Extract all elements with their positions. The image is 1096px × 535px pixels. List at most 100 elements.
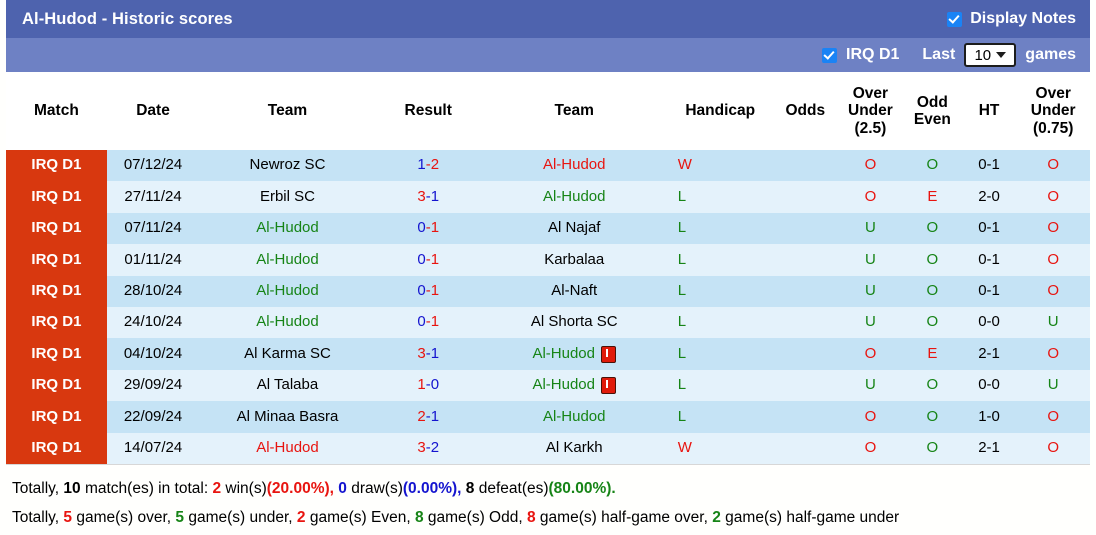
match-result[interactable]: 0-1 xyxy=(375,212,481,245)
table-row[interactable]: IRQ D1 14/07/24 Al-Hudod 3-2 Al Karkh W O O 2-1 O xyxy=(6,432,1090,464)
home-team[interactable]: Erbil SC xyxy=(199,181,376,213)
half-time-score: 1-0 xyxy=(961,401,1017,433)
team-name: Al-Hudod xyxy=(532,344,595,362)
column-header-team-away[interactable]: Team xyxy=(480,72,668,150)
away-team[interactable]: Al-Naft xyxy=(480,275,668,307)
home-team[interactable]: Al-Hudod xyxy=(199,432,376,464)
games-count-select[interactable]: 10 xyxy=(964,43,1017,67)
away-team[interactable]: Al-Hudod xyxy=(480,181,668,213)
table-row[interactable]: IRQ D1 24/10/24 Al-Hudod 0-1 Al Shorta SC L U O… xyxy=(6,306,1090,339)
home-team[interactable]: Al-Hudod xyxy=(199,212,376,245)
display-notes-checkbox[interactable] xyxy=(947,11,963,27)
team-name: Newroz SC xyxy=(249,156,326,174)
over-under-075-value: O xyxy=(1016,181,1090,213)
win-loss-indicator: L xyxy=(677,344,687,362)
over-under-075-value: O xyxy=(1016,338,1090,370)
match-date: 24/10/24 xyxy=(106,306,200,339)
table-row[interactable]: IRQ D1 01/11/24 Al-Hudod 0-1 Karbalaa L U O 0-1 O xyxy=(6,244,1090,276)
score-away: 1 xyxy=(430,219,440,237)
away-team[interactable]: Karbalaa xyxy=(480,244,668,276)
match-result[interactable]: 1-0 xyxy=(375,369,481,402)
home-team[interactable]: Al-Hudod xyxy=(199,306,376,339)
table-row[interactable]: IRQ D1 04/10/24 Al Karma SC 3-1 Al-Hudod L O E 2… xyxy=(6,338,1090,370)
odds-value xyxy=(772,432,838,464)
display-notes-group[interactable]: Display Notes xyxy=(947,10,1076,28)
column-header-handicap[interactable]: Handicap xyxy=(667,72,773,150)
odd-even-value: O xyxy=(902,432,962,464)
away-team[interactable]: Al-Hudod xyxy=(480,150,668,182)
away-team[interactable]: Al Najaf xyxy=(480,212,668,245)
away-team[interactable]: Al-Hudod xyxy=(480,369,668,402)
team-cell: Al-Hudod xyxy=(256,220,319,237)
column-header-odds[interactable]: Odds xyxy=(772,72,838,150)
team-name: Al Karma SC xyxy=(244,344,331,362)
table-row[interactable]: IRQ D1 27/11/24 Erbil SC 3-1 Al-Hudod L O E 2-0 O xyxy=(6,181,1090,213)
filter-bar: IRQ D1 Last 10 games xyxy=(6,38,1090,72)
away-team[interactable]: Al Shorta SC xyxy=(480,306,668,339)
column-header-result[interactable]: Result xyxy=(375,72,481,150)
column-header-odd-even[interactable]: Odd Even xyxy=(902,72,962,150)
odds-value xyxy=(772,306,838,339)
s1-wins: 2 xyxy=(212,479,222,497)
over-under-075-value: O xyxy=(1016,401,1090,433)
league-filter-checkbox[interactable] xyxy=(822,47,838,63)
table-row[interactable]: IRQ D1 07/11/24 Al-Hudod 0-1 Al Najaf L U O 0-1 O xyxy=(6,212,1090,245)
half-time-score: 0-1 xyxy=(961,212,1017,245)
table-row[interactable]: IRQ D1 22/09/24 Al Minaa Basra 2-1 Al-Hudod L… xyxy=(6,401,1090,433)
table-row[interactable]: IRQ D1 29/09/24 Al Talaba 1-0 Al-Hudod L U O 0-0… xyxy=(6,369,1090,402)
match-date: 07/12/24 xyxy=(106,150,200,182)
odds-value xyxy=(772,369,838,402)
match-result[interactable]: 0-1 xyxy=(375,306,481,339)
home-team[interactable]: Al-Hudod xyxy=(199,275,376,307)
over-under-075-value: O xyxy=(1016,212,1090,245)
over-under-25-value: U xyxy=(837,244,903,276)
team-cell: Al-Hudod xyxy=(543,188,606,206)
away-team[interactable]: Al-Hudod xyxy=(480,338,668,370)
red-card-icon xyxy=(600,376,616,394)
half-time-score: 0-1 xyxy=(961,275,1017,307)
score-home: 3 xyxy=(417,438,426,456)
display-notes-label: Display Notes xyxy=(970,10,1076,27)
home-team[interactable]: Al Minaa Basra xyxy=(199,401,376,433)
column-header-over-under-25[interactable]: Over Under (2.5) xyxy=(837,72,903,150)
table-row[interactable]: IRQ D1 28/10/24 Al-Hudod 0-1 Al-Naft L U O 0-1 O xyxy=(6,275,1090,307)
table-row[interactable]: IRQ D1 07/12/24 Newroz SC 1-2 Al-Hudod W O O 0-1… xyxy=(6,150,1090,182)
half-time-score: 2-0 xyxy=(961,181,1017,213)
away-team[interactable]: Al-Hudod xyxy=(480,401,668,433)
home-team[interactable]: Newroz SC xyxy=(199,150,376,182)
summary-line-2: Totally, 5 game(s) over, 5 game(s) under… xyxy=(12,503,1084,532)
score-away: 1 xyxy=(430,250,440,268)
match-result[interactable]: 0-1 xyxy=(375,275,481,307)
s2-even: 2 xyxy=(296,509,306,527)
odd-even-value: E xyxy=(902,338,962,370)
column-header-ht[interactable]: HT xyxy=(961,72,1017,150)
column-header-team-home[interactable]: Team xyxy=(199,72,376,150)
handicap-value: L xyxy=(667,369,773,402)
oddeven-line1: Odd xyxy=(916,93,948,111)
table-header-row: Match Date Team Result Team Handicap Odd… xyxy=(6,72,1090,150)
team-cell: Al-Hudod xyxy=(532,377,616,394)
league-badge: IRQ D1 xyxy=(6,401,107,433)
home-team[interactable]: Al Karma SC xyxy=(199,338,376,370)
s2-t6: game(s) half-game over, xyxy=(539,509,708,527)
match-result[interactable]: 3-1 xyxy=(375,181,481,213)
home-team[interactable]: Al-Hudod xyxy=(199,244,376,276)
match-result[interactable]: 0-1 xyxy=(375,244,481,276)
odds-value xyxy=(772,150,838,182)
match-result[interactable]: 1-2 xyxy=(375,150,481,182)
ou25-line3: (2.5) xyxy=(854,119,887,137)
column-header-match[interactable]: Match xyxy=(6,72,107,150)
win-loss-indicator: W xyxy=(677,438,692,456)
win-loss-indicator: L xyxy=(677,407,687,425)
away-team[interactable]: Al Karkh xyxy=(480,432,668,464)
score-home: 3 xyxy=(417,187,426,205)
match-result[interactable]: 2-1 xyxy=(375,401,481,433)
column-header-over-under-075[interactable]: Over Under (0.75) xyxy=(1016,72,1090,150)
over-under-075-value: O xyxy=(1016,150,1090,182)
column-header-date[interactable]: Date xyxy=(106,72,200,150)
team-cell: Al-Hudod xyxy=(256,251,319,269)
home-team[interactable]: Al Talaba xyxy=(199,369,376,402)
match-result[interactable]: 3-1 xyxy=(375,338,481,370)
match-result[interactable]: 3-2 xyxy=(375,432,481,464)
score-home: 0 xyxy=(417,282,426,299)
